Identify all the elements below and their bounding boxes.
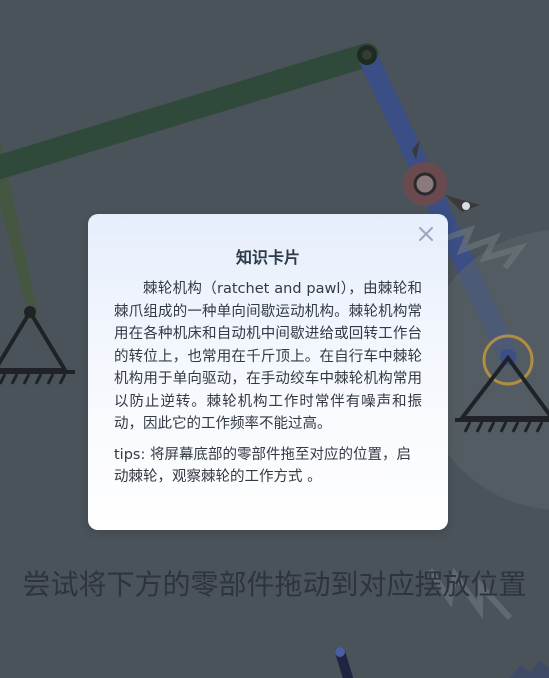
description-paragraph: 棘轮机构（ratchet and pawl），由棘轮和棘爪组成的一种单向间歇运动… [114, 281, 422, 432]
part-wheel-bottom[interactable] [510, 660, 549, 678]
top-link-bar [0, 43, 379, 180]
left-ground-hatch [0, 373, 67, 385]
drag-instruction: 尝试将下方的零部件拖动到对应摆放位置 [22, 568, 527, 601]
top-joint-inner [362, 50, 372, 60]
pawl-hub-inner [413, 172, 437, 196]
dialog-title: 知识卡片 [235, 248, 300, 267]
close-icon[interactable] [419, 227, 433, 241]
close-button[interactable] [416, 224, 436, 244]
left-support-pin [24, 306, 36, 318]
tips-text: tips: 将屏幕底部的零部件拖至对应的位置，启动棘轮，观察棘轮的工作方式 。 [114, 446, 411, 486]
pawl-pin [462, 202, 470, 210]
knowledge-card-dialog: 知识卡片 棘轮机构（ratchet and pawl），由棘轮和棘爪组成的一种单… [88, 214, 448, 530]
dialog-body: 棘轮机构（ratchet and pawl），由棘轮和棘爪组成的一种单向间歇运动… [114, 278, 422, 489]
part-rod-bottom-end[interactable] [335, 647, 345, 657]
left-support [0, 308, 69, 372]
